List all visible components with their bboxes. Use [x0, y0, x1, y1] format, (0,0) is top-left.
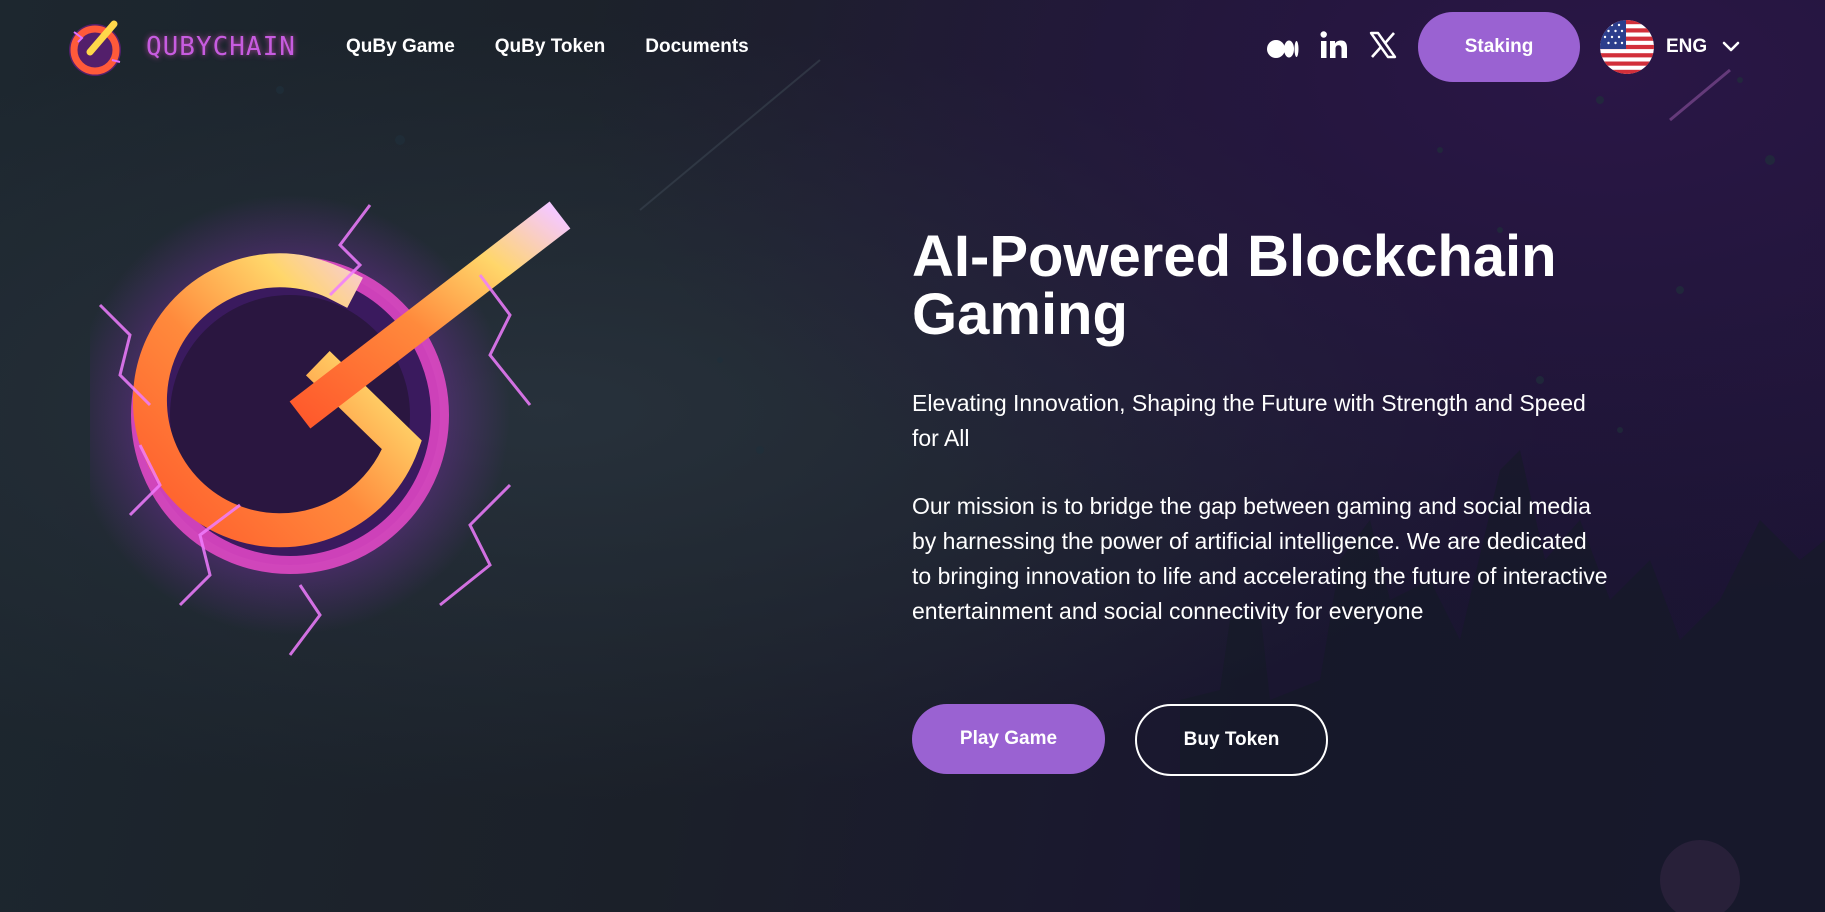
nav-item-quby-token[interactable]: QuBy Token: [495, 36, 606, 58]
language-selector[interactable]: ENG: [1600, 20, 1741, 74]
x-icon[interactable]: [1369, 31, 1397, 59]
brand-logo[interactable]: QUBYCHAIN: [62, 12, 296, 82]
nav-item-documents[interactable]: Documents: [645, 36, 748, 58]
buy-token-button[interactable]: Buy Token: [1135, 704, 1328, 776]
brand-name: QUBYCHAIN: [146, 32, 296, 62]
linkedin-icon[interactable]: [1319, 30, 1349, 60]
nav-item-quby-game[interactable]: QuBy Game: [346, 36, 455, 58]
medium-icon[interactable]: [1267, 39, 1299, 59]
play-game-button[interactable]: Play Game: [912, 704, 1105, 774]
hero-title: AI-Powered Blockchain Gaming: [912, 224, 1557, 347]
us-flag-icon: [1600, 20, 1654, 74]
hero-content: AI-Powered Blockchain Gaming Elevating I…: [912, 228, 1612, 629]
hero-subtitle: Elevating Innovation, Shaping the Future…: [912, 390, 1586, 451]
main-nav: QuBy Game QuBy Token Documents: [346, 36, 749, 58]
site-header: QUBYCHAIN QuBy Game QuBy Token Documents…: [0, 0, 1825, 94]
qubychain-logo-icon: [69, 20, 121, 76]
language-label: ENG: [1666, 36, 1708, 57]
hero-mission: Our mission is to bridge the gap between…: [912, 493, 1608, 624]
hero-actions: Play Game Buy Token: [912, 704, 1328, 776]
social-links: [1267, 30, 1397, 60]
chevron-down-icon: [1722, 41, 1740, 52]
hero-logo-artwork: [90, 195, 571, 656]
staking-button[interactable]: Staking: [1418, 12, 1580, 82]
